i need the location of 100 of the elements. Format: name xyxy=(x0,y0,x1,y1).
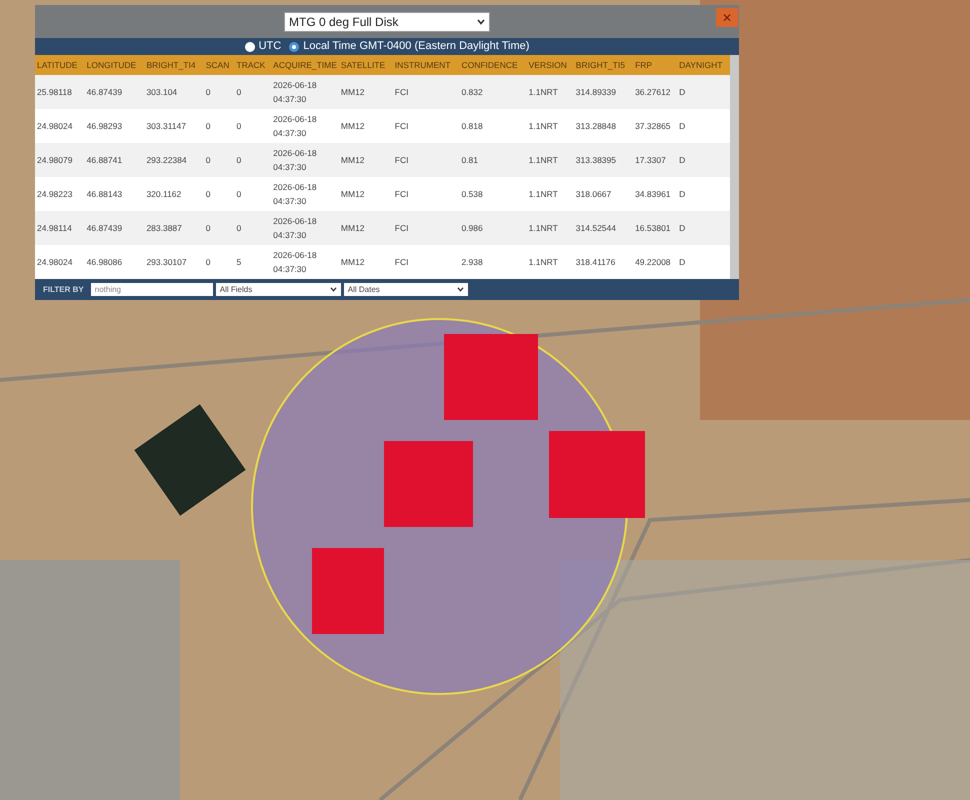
table-cell: 5 xyxy=(234,245,272,279)
column-header[interactable]: SATELLITE xyxy=(338,55,393,75)
table-cell: 0.81 xyxy=(459,143,527,177)
table-cell: 293.30107 xyxy=(144,245,204,279)
table-cell: MM12 xyxy=(338,75,393,109)
table-cell: 313.38395 xyxy=(574,143,634,177)
fire-marker[interactable] xyxy=(549,431,645,518)
table-cell: 46.98086 xyxy=(84,245,144,279)
fire-marker[interactable] xyxy=(444,334,538,420)
table-cell: 24.98024 xyxy=(35,109,85,143)
table-cell: 49.22008 xyxy=(633,245,678,279)
table-cell: 2026-06-18 04:37:30 xyxy=(271,245,339,279)
column-header[interactable]: LONGITUDE xyxy=(84,55,144,75)
table-cell: 314.52544 xyxy=(574,211,634,245)
table-cell: 0 xyxy=(204,211,235,245)
table-cell: 0 xyxy=(204,143,235,177)
filter-label: FILTER BY xyxy=(43,284,84,296)
source-select[interactable]: MTG 0 deg Full Disk xyxy=(284,12,490,32)
date-select[interactable]: All Dates xyxy=(344,283,468,296)
table-cell: 0 xyxy=(204,245,235,279)
table-cell: 37.32865 xyxy=(633,109,678,143)
scrollbar[interactable] xyxy=(730,55,739,279)
close-button[interactable]: ✕ xyxy=(716,8,738,27)
table-cell: MM12 xyxy=(338,211,393,245)
field-select[interactable]: All Fields xyxy=(216,283,341,296)
table-cell: 0 xyxy=(234,211,272,245)
table-cell: 1.1NRT xyxy=(526,143,574,177)
table-cell: FCI xyxy=(392,245,460,279)
fire-marker[interactable] xyxy=(312,548,384,634)
column-header[interactable]: SCAN xyxy=(204,55,235,75)
fire-marker[interactable] xyxy=(384,441,473,527)
time-radio[interactable]: UTC xyxy=(244,38,282,55)
table-cell: MM12 xyxy=(338,143,393,177)
table-cell: 46.88741 xyxy=(84,143,144,177)
table-cell: D xyxy=(677,143,730,177)
table-cell: 25.98118 xyxy=(35,75,85,109)
table-cell: 303.104 xyxy=(144,75,204,109)
table-cell: FCI xyxy=(392,177,460,211)
chevron-down-icon xyxy=(477,18,485,24)
table-cell: MM12 xyxy=(338,109,393,143)
table-cell: 2026-06-18 04:37:30 xyxy=(271,177,339,211)
table-cell: 0.986 xyxy=(459,211,527,245)
table-cell: 36.27612 xyxy=(633,75,678,109)
column-header[interactable]: ACQUIRE_TIME xyxy=(271,55,339,75)
table-cell: 2.938 xyxy=(459,245,527,279)
table-cell: D xyxy=(677,177,730,211)
table-cell: 283.3887 xyxy=(144,211,204,245)
table-cell: 320.1162 xyxy=(144,177,204,211)
table-cell: D xyxy=(677,109,730,143)
column-header[interactable]: VERSION xyxy=(526,55,574,75)
table-cell: 0 xyxy=(234,109,272,143)
table-cell: 314.89339 xyxy=(574,75,634,109)
table-cell: D xyxy=(677,75,730,109)
table-cell: 1.1NRT xyxy=(526,177,574,211)
table-cell: 0.832 xyxy=(459,75,527,109)
table-cell: 24.98024 xyxy=(35,245,85,279)
table-cell: 0 xyxy=(204,75,235,109)
table-cell: 0.538 xyxy=(459,177,527,211)
time-radio[interactable]: Local Time GMT-0400 (Eastern Daylight Time) xyxy=(289,38,530,55)
table-cell: 34.83961 xyxy=(633,177,678,211)
table-cell: MM12 xyxy=(338,245,393,279)
chevron-down-icon xyxy=(330,287,337,292)
table-cell: 24.98114 xyxy=(35,211,85,245)
table-cell: FCI xyxy=(392,109,460,143)
table-cell: 46.98293 xyxy=(84,109,144,143)
table-cell: 17.3307 xyxy=(633,143,678,177)
table-cell: 1.1NRT xyxy=(526,211,574,245)
column-header[interactable]: BRIGHT_TI5 xyxy=(574,55,634,75)
table-cell: 0 xyxy=(204,109,235,143)
column-header[interactable]: DAYNIGHT xyxy=(677,55,730,75)
table-cell: 318.41176 xyxy=(574,245,634,279)
table-cell: 1.1NRT xyxy=(526,75,574,109)
table-cell: 1.1NRT xyxy=(526,245,574,279)
table-cell: 0 xyxy=(234,75,272,109)
column-header[interactable]: TRACK xyxy=(234,55,272,75)
table-cell: FCI xyxy=(392,143,460,177)
table-cell: 46.88143 xyxy=(84,177,144,211)
chevron-down-icon xyxy=(456,287,464,292)
table-cell: FCI xyxy=(392,211,460,245)
table-cell: 46.87439 xyxy=(84,75,144,109)
table-cell: FCI xyxy=(392,75,460,109)
table-cell: 2026-06-18 04:37:30 xyxy=(271,211,339,245)
table-cell: 313.28848 xyxy=(574,109,634,143)
table-cell: MM12 xyxy=(338,177,393,211)
table-cell: 0 xyxy=(234,143,272,177)
filter-input[interactable]: nothing xyxy=(90,283,213,296)
column-header[interactable]: CONFIDENCE xyxy=(459,55,527,75)
table-cell: D xyxy=(677,211,730,245)
table-cell: D xyxy=(677,245,730,279)
column-header[interactable]: LATITUDE xyxy=(35,55,85,75)
table-cell: 24.98223 xyxy=(35,177,85,211)
table-cell: 16.53801 xyxy=(633,211,678,245)
table-cell: 1.1NRT xyxy=(526,109,574,143)
table-cell: 0 xyxy=(234,177,272,211)
column-header[interactable]: INSTRUMENT xyxy=(392,55,460,75)
column-header[interactable]: BRIGHT_TI4 xyxy=(144,55,204,75)
table-cell: 24.98079 xyxy=(35,143,85,177)
table-cell: 46.87439 xyxy=(84,211,144,245)
column-header[interactable]: FRP xyxy=(633,55,678,75)
table-cell: 2026-06-18 04:37:30 xyxy=(271,143,339,177)
